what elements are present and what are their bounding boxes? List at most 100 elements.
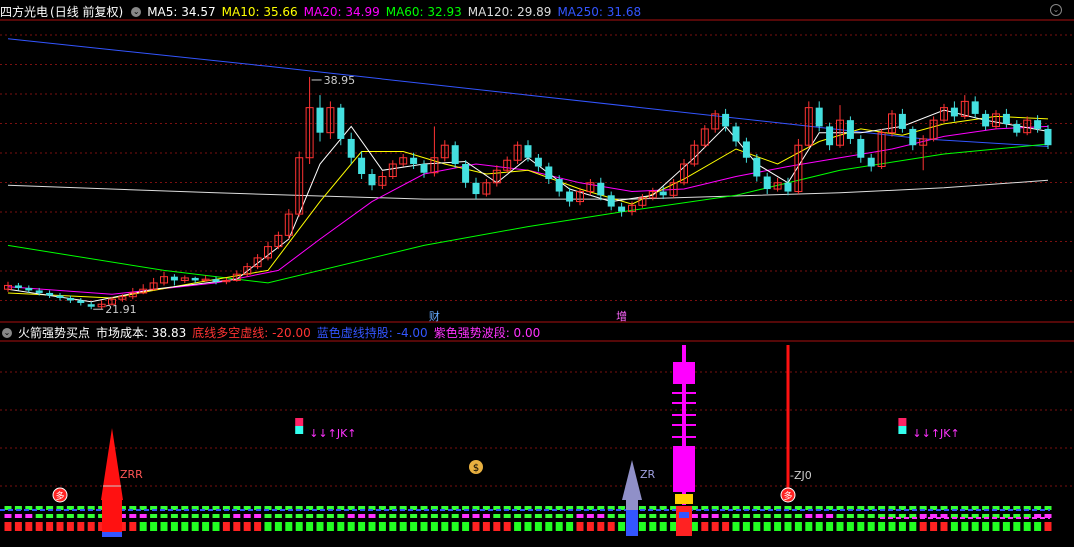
signal-bar: [316, 522, 324, 531]
signal-bar: [888, 522, 896, 531]
candle-body: [170, 276, 178, 281]
signal-bar: [742, 522, 750, 531]
signal-bar: [566, 522, 574, 531]
signal-dash-row2: [202, 514, 210, 518]
candle-body: [971, 101, 979, 114]
candle-body: [763, 176, 771, 190]
grey-rocket-signal: [622, 460, 642, 500]
candle-body: [857, 138, 865, 158]
signal-bar: [191, 522, 199, 531]
candle-body: [420, 163, 428, 173]
signal-dash-row2: [482, 514, 490, 518]
signal-dash-row2: [846, 514, 854, 518]
candle-body: [1002, 113, 1010, 124]
ma-line-ma120: [7, 179, 1049, 200]
signal-dash-row2: [139, 514, 147, 518]
signal-bar: [586, 522, 594, 531]
signal-bar: [285, 522, 293, 531]
signal-bar: [805, 522, 813, 531]
red-rocket-signal: [101, 428, 123, 500]
candle-body: [555, 179, 563, 192]
signal-dash-row2: [35, 514, 43, 518]
candle-body: [722, 113, 730, 127]
signal-dash-row2: [545, 514, 553, 518]
signal-bar: [212, 522, 220, 531]
signal-bar: [638, 522, 646, 531]
tower-rung: [672, 392, 696, 394]
signal-dash-row2: [295, 514, 303, 518]
jk-marker-bottom: [898, 426, 907, 434]
signal-dash-row2: [66, 514, 74, 518]
signal-dash-row2: [441, 514, 449, 518]
signal-bar: [618, 522, 626, 531]
signal-bar: [150, 522, 158, 531]
signal-dash-row2: [451, 514, 459, 518]
signal-bar: [1013, 522, 1021, 531]
duo-marker-text: 多: [783, 490, 792, 502]
candle-body: [337, 107, 345, 139]
signal-bar: [129, 522, 137, 531]
signal-bar: [878, 522, 886, 531]
signal-bar: [139, 522, 147, 531]
signal-bar: [846, 522, 854, 531]
candle-body: [472, 182, 480, 195]
signal-dash-row2: [586, 514, 594, 518]
signal-bar: [170, 522, 178, 531]
signal-bar: [534, 522, 542, 531]
signal-dash-row2: [472, 514, 480, 518]
signal-dash-row2: [815, 514, 823, 518]
signal-dash-row2: [794, 514, 802, 518]
signal-dash-row2: [378, 514, 386, 518]
signal-dash-row2: [649, 514, 657, 518]
candle-body: [826, 126, 834, 146]
signal-dash-row2: [181, 514, 189, 518]
signal-dash-row2: [212, 514, 220, 518]
signal-bar: [1044, 522, 1052, 531]
candle-body: [607, 195, 615, 207]
signal-dash-row2: [597, 514, 605, 518]
signal-dash-row2: [659, 514, 667, 518]
signal-dash-row2: [222, 514, 230, 518]
signal-bar: [420, 522, 428, 531]
signal-bar: [576, 522, 584, 531]
money-bag-text: $: [473, 463, 479, 474]
signal-dash-row2: [618, 514, 626, 518]
candle-body: [368, 174, 376, 186]
candle-body: [524, 145, 532, 158]
signal-dash-row2: [399, 514, 407, 518]
ma-line-ma60: [7, 143, 1049, 284]
signal-dash-row2: [233, 514, 241, 518]
candle-body: [982, 113, 990, 127]
signal-bar: [763, 522, 771, 531]
signal-dash-row2: [805, 514, 813, 518]
signal-bar: [326, 522, 334, 531]
signal-dash-row2: [4, 514, 12, 518]
high-price-label: 38.95: [324, 74, 356, 87]
candle-body: [742, 141, 750, 158]
signal-dash-row2: [753, 514, 761, 518]
signal-bar: [87, 522, 95, 531]
signal-bar: [919, 522, 927, 531]
signal-dash-row2: [462, 514, 470, 518]
signal-dash-row2: [763, 514, 771, 518]
signal-dash-row2: [347, 514, 355, 518]
signal-dash-row2: [77, 514, 85, 518]
candle-body: [898, 113, 906, 129]
signal-bar: [1002, 522, 1010, 531]
signal-bar: [514, 522, 522, 531]
candle-body: [909, 128, 917, 146]
candle-body: [191, 277, 199, 281]
signal-bar: [867, 522, 875, 531]
tower-foot: [676, 506, 692, 536]
signal-dash-row2: [857, 514, 865, 518]
signal-bar: [982, 522, 990, 531]
signal-bar: [14, 522, 22, 531]
tower-rung: [672, 436, 696, 438]
candle-body: [846, 120, 854, 139]
signal-dash-row2: [638, 514, 646, 518]
signal-dash-row2: [555, 514, 563, 518]
signal-dash-row2: [368, 514, 376, 518]
signal-bar: [451, 522, 459, 531]
signal-dash-row2: [160, 514, 168, 518]
signal-bar: [597, 522, 605, 531]
